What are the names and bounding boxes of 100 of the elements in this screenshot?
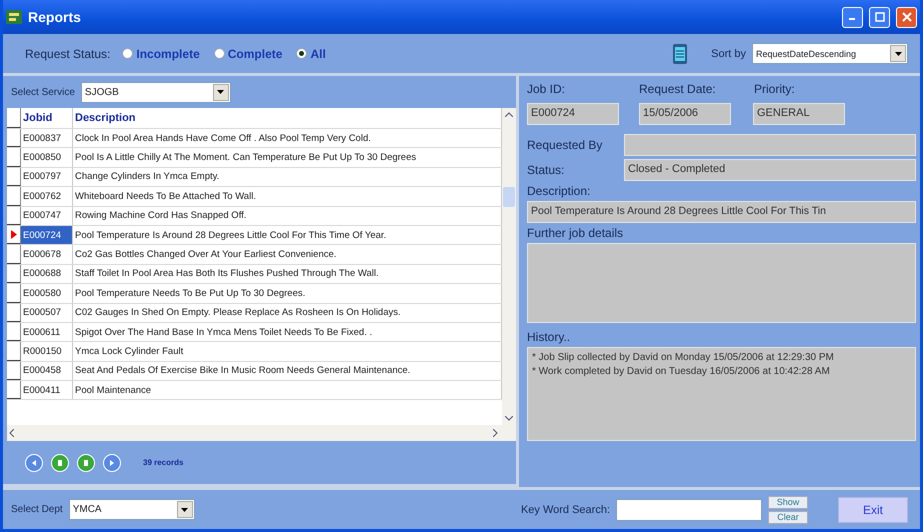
dept-label: Select Dept — [11, 504, 63, 515]
jobid-cell[interactable]: E000678 — [21, 245, 73, 264]
status-radio[interactable]: Complete — [214, 46, 282, 60]
scroll-down-icon[interactable] — [505, 416, 513, 421]
close-icon — [902, 12, 912, 22]
maximize-button[interactable] — [869, 6, 890, 28]
priority-label: Priority: — [754, 82, 795, 96]
row-selector[interactable] — [7, 381, 21, 400]
table-row[interactable]: E000580 Pool Temperature Needs To Be Put Up To 30 Degrees. — [7, 284, 502, 304]
status-radio[interactable]: All — [296, 46, 326, 60]
row-selector[interactable] — [7, 264, 21, 284]
jobid-cell[interactable]: E000850 — [21, 148, 73, 167]
jobid-cell[interactable]: E000611 — [21, 322, 73, 342]
right-arrow-icon — [108, 458, 116, 466]
table-row[interactable]: E000611 Spigot Over The Hand Base In Ymca Mens Toilet Needs To Be Fixed. . — [7, 322, 502, 342]
row-selector[interactable] — [7, 187, 21, 206]
service-label: Select Service — [11, 86, 75, 98]
job-status-label: Status: — [527, 163, 566, 177]
table-row[interactable]: E000837 Clock In Pool Area Hands Have Come Off . Also Pool Temp Very Cold. — [7, 129, 502, 148]
dept-dropdown[interactable]: YMCA — [68, 499, 195, 520]
dropdown-button[interactable] — [176, 501, 193, 518]
record-count: 39 records — [143, 458, 184, 467]
table-row[interactable]: E000850 Pool Is A Little Chilly At The Moment. Can Temperature Be Put Up To 30 Degrees — [7, 148, 502, 168]
next-record-button[interactable] — [77, 454, 95, 472]
bar-icon — [56, 458, 64, 466]
first-record-button[interactable] — [25, 454, 43, 472]
scroll-thumb[interactable] — [503, 186, 515, 206]
further-details-label: Further job details — [527, 226, 624, 240]
table-row[interactable]: R000150 Ymca Lock Cylinder Fault — [7, 342, 502, 362]
jobid-cell[interactable]: E000762 — [21, 187, 73, 206]
row-selector[interactable] — [7, 322, 21, 342]
description-label: Description: — [527, 184, 592, 198]
window-title: Reports — [28, 9, 82, 25]
table-row[interactable]: E000747 Rowing Machine Cord Has Snapped Off. — [7, 206, 502, 226]
jobid-cell[interactable]: E000837 — [21, 129, 73, 148]
left-arrow-icon — [30, 458, 38, 466]
close-button[interactable] — [896, 6, 917, 28]
jobid-cell[interactable]: E000507 — [21, 304, 73, 322]
keyword-search-field[interactable] — [616, 498, 762, 520]
jobid-cell[interactable]: E000724 — [21, 226, 73, 244]
jobid-cell[interactable]: R000150 — [21, 342, 73, 361]
column-header[interactable]: Jobid — [21, 108, 73, 128]
last-record-button[interactable] — [103, 454, 121, 472]
row-selector[interactable] — [7, 168, 21, 186]
table-row[interactable]: E000797 Change Cylinders In Ymca Empty. — [7, 168, 502, 188]
exit-button[interactable]: Exit — [838, 496, 908, 522]
table-row[interactable]: E000688 Staff Toilet In Pool Area Has Both Its Flushes Pushed Through The Wall. — [7, 264, 502, 284]
show-button[interactable]: Show — [768, 496, 808, 508]
history-label: History.. — [527, 330, 572, 344]
jobid-cell[interactable]: E000458 — [21, 362, 73, 380]
caret-icon — [894, 52, 902, 56]
table-row[interactable]: E000762 Whiteboard Needs To Be Attached To Wall. — [7, 187, 502, 207]
dropdown-button[interactable] — [212, 84, 229, 100]
scroll-left-icon[interactable] — [9, 429, 14, 437]
vertical-scrollbar[interactable] — [502, 108, 516, 425]
row-selector[interactable] — [7, 245, 21, 264]
jobid-cell[interactable]: E000688 — [21, 264, 73, 284]
header-corner — [7, 108, 21, 128]
row-selector[interactable] — [7, 362, 21, 380]
minimize-button[interactable] — [842, 6, 863, 28]
caret-icon — [181, 508, 188, 512]
jobid-cell[interactable]: E000580 — [21, 284, 73, 303]
sort-dropdown[interactable]: RequestDateDescending — [752, 43, 908, 64]
sort-label: Sort by — [711, 48, 746, 60]
app-icon — [6, 10, 22, 24]
row-selector[interactable] — [7, 129, 21, 148]
history-entry: * Job Slip collected by David on Monday 15/05/2006 at 12:29:30 PM — [532, 351, 835, 365]
jobid-cell[interactable]: E000411 — [21, 381, 73, 400]
maximize-icon — [874, 12, 884, 22]
row-selector[interactable] — [7, 284, 21, 303]
job-status-field: Closed - Completed — [624, 159, 916, 181]
table-row[interactable]: E000458 Seat And Pedals Of Exercise Bike In Music Room Needs General Maintenance. — [7, 362, 502, 382]
row-selector[interactable] — [7, 342, 21, 361]
service-dropdown[interactable]: SJOGB — [80, 82, 231, 102]
clear-button[interactable]: Clear — [768, 510, 808, 524]
table-row[interactable]: E000507 C02 Gauges In Shed On Empty. Please Replace As Rosheen Is On Holidays. — [7, 304, 502, 323]
requested-by-label: Requested By — [527, 138, 604, 152]
jobid-cell[interactable]: E000797 — [21, 168, 73, 186]
description-field: Pool Temperature Is Around 28 Degrees Little Cool For This Tin — [527, 201, 916, 223]
table-row[interactable]: E000724 Pool Temperature Is Around 28 Degrees Little Cool For This Time Of Year. — [7, 226, 502, 246]
row-selector[interactable] — [7, 206, 21, 225]
row-selector[interactable] — [7, 148, 21, 167]
priority-field: GENERAL — [753, 103, 845, 125]
jobid-cell[interactable]: E000747 — [21, 206, 73, 225]
scroll-up-icon[interactable] — [505, 112, 513, 117]
table-row[interactable]: E000411 Pool Maintenance — [7, 381, 502, 400]
row-selector[interactable] — [7, 304, 21, 322]
scroll-right-icon[interactable] — [493, 429, 498, 437]
table-row[interactable]: E000678 Co2 Gas Bottles Changed Over At Your Earliest Convenience. — [7, 245, 502, 265]
keyword-label: Key Word Search: — [520, 504, 610, 516]
job-id-field: E000724 — [527, 103, 619, 125]
horizontal-scrollbar[interactable] — [7, 425, 516, 441]
previous-record-button[interactable] — [51, 454, 69, 472]
caret-icon — [217, 90, 224, 94]
history-entry: * Work completed by David on Tuesday 16/05/2006 at 10:42:28 AM — [532, 365, 831, 379]
report-icon[interactable] — [673, 44, 688, 64]
dropdown-button[interactable] — [890, 45, 906, 62]
job-id-label: Job ID: — [527, 82, 566, 96]
status-radio[interactable]: Incomplete — [122, 46, 200, 60]
row-pointer-icon — [10, 230, 16, 240]
